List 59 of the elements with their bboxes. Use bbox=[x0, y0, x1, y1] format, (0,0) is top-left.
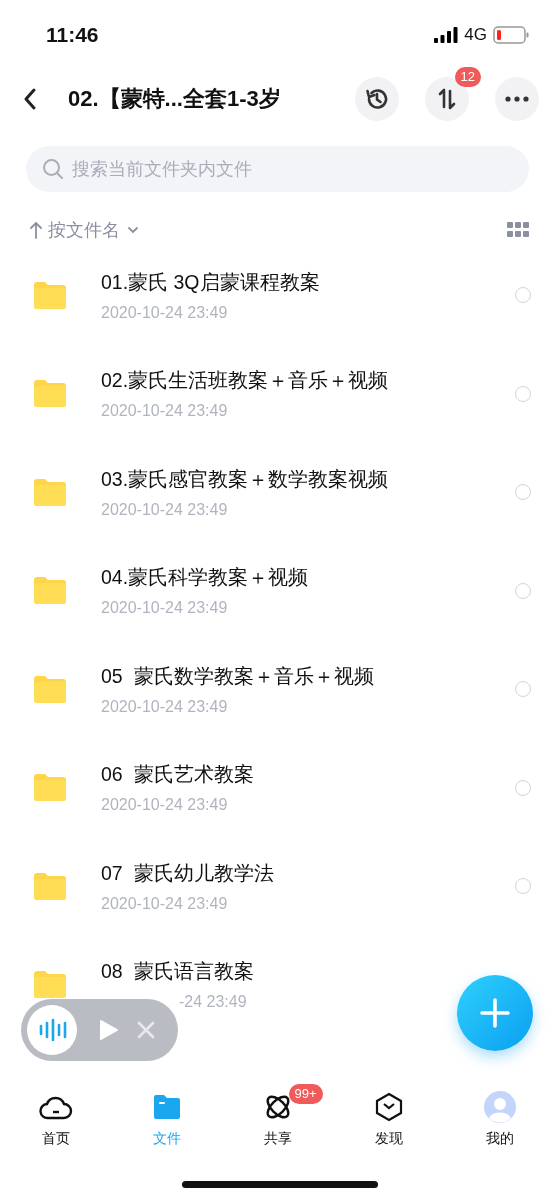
select-radio[interactable] bbox=[515, 582, 531, 599]
modified-date: 2020-10-24 23:49 bbox=[101, 796, 228, 815]
modified-date: 2020-10-24 23:49 bbox=[101, 697, 228, 716]
modified-date: 2020-10-24 23:49 bbox=[101, 303, 228, 322]
avatar-icon bbox=[483, 1091, 516, 1123]
folder-icon bbox=[34, 478, 66, 506]
select-radio[interactable] bbox=[515, 878, 531, 895]
more-icon bbox=[505, 96, 529, 102]
select-radio[interactable] bbox=[515, 385, 531, 402]
add-button[interactable] bbox=[457, 975, 533, 1051]
signal-icon bbox=[434, 27, 459, 43]
folder-icon bbox=[34, 380, 66, 408]
modified-date: 2020-10-24 23:49 bbox=[101, 894, 228, 913]
folder-name[interactable]: 06 蒙氏艺术教案 bbox=[101, 761, 515, 789]
select-radio[interactable] bbox=[515, 779, 531, 796]
history-icon bbox=[364, 86, 390, 112]
clock-time: 11:46 bbox=[46, 23, 99, 47]
more-button[interactable] bbox=[495, 77, 539, 121]
history-button[interactable] bbox=[355, 77, 399, 121]
waveform-icon[interactable] bbox=[27, 1005, 77, 1055]
folder-name[interactable]: 04.蒙氏科学教案＋视频 bbox=[101, 564, 515, 592]
folder-name[interactable]: 05 蒙氏数学教案＋音乐＋视频 bbox=[101, 662, 515, 690]
modified-date: 2020-10-24 23:49 bbox=[101, 500, 228, 519]
folder-name[interactable]: 03.蒙氏感官教案＋数学教案视频 bbox=[101, 465, 515, 493]
up-arrow-icon bbox=[30, 221, 42, 239]
modified-date: -24 23:49 bbox=[179, 993, 247, 1012]
folder-title: 02.【蒙特...全套1-3岁 bbox=[68, 85, 282, 113]
back-icon bbox=[22, 87, 38, 111]
plus-icon bbox=[479, 997, 511, 1029]
play-icon[interactable] bbox=[99, 1019, 119, 1041]
search-field[interactable]: 搜索当前文件夹内文件 bbox=[26, 146, 529, 192]
folder-icon bbox=[34, 281, 66, 309]
chevron-down-icon bbox=[126, 225, 140, 235]
count-badge: 12 bbox=[454, 67, 481, 87]
close-icon[interactable] bbox=[137, 1021, 155, 1039]
hexagon-icon bbox=[374, 1092, 403, 1122]
folder-name[interactable]: 07 蒙氏幼儿教学法 bbox=[101, 859, 515, 887]
modified-date: 2020-10-24 23:49 bbox=[101, 402, 228, 421]
battery-icon bbox=[493, 26, 529, 44]
folder-icon bbox=[34, 774, 66, 802]
folder-icon bbox=[34, 577, 66, 605]
folder-icon bbox=[151, 1093, 182, 1121]
select-radio[interactable] bbox=[515, 484, 531, 501]
select-radio[interactable] bbox=[515, 287, 531, 304]
folder-name[interactable]: 01.蒙氏 3Q启蒙课程教案 bbox=[101, 268, 515, 296]
nav-tab[interactable]: 发现 bbox=[333, 1090, 444, 1148]
select-radio[interactable] bbox=[515, 681, 531, 698]
folder-icon bbox=[34, 872, 66, 900]
nav-tab[interactable]: 我的 bbox=[444, 1090, 555, 1148]
network-type: 4G bbox=[464, 25, 487, 45]
folder-icon bbox=[34, 675, 66, 703]
search-icon bbox=[42, 158, 64, 180]
count-badge: 99+ bbox=[288, 1084, 323, 1104]
grid-view-icon[interactable] bbox=[507, 222, 529, 238]
folder-icon bbox=[34, 971, 66, 999]
folder-name[interactable]: 02.蒙氏生活班教案＋音乐＋视频 bbox=[101, 367, 515, 395]
nav-tab[interactable]: 首页 bbox=[0, 1090, 111, 1148]
modified-date: 2020-10-24 23:49 bbox=[101, 599, 228, 618]
folder-name[interactable]: 08 蒙氏语言教案 bbox=[101, 958, 514, 986]
